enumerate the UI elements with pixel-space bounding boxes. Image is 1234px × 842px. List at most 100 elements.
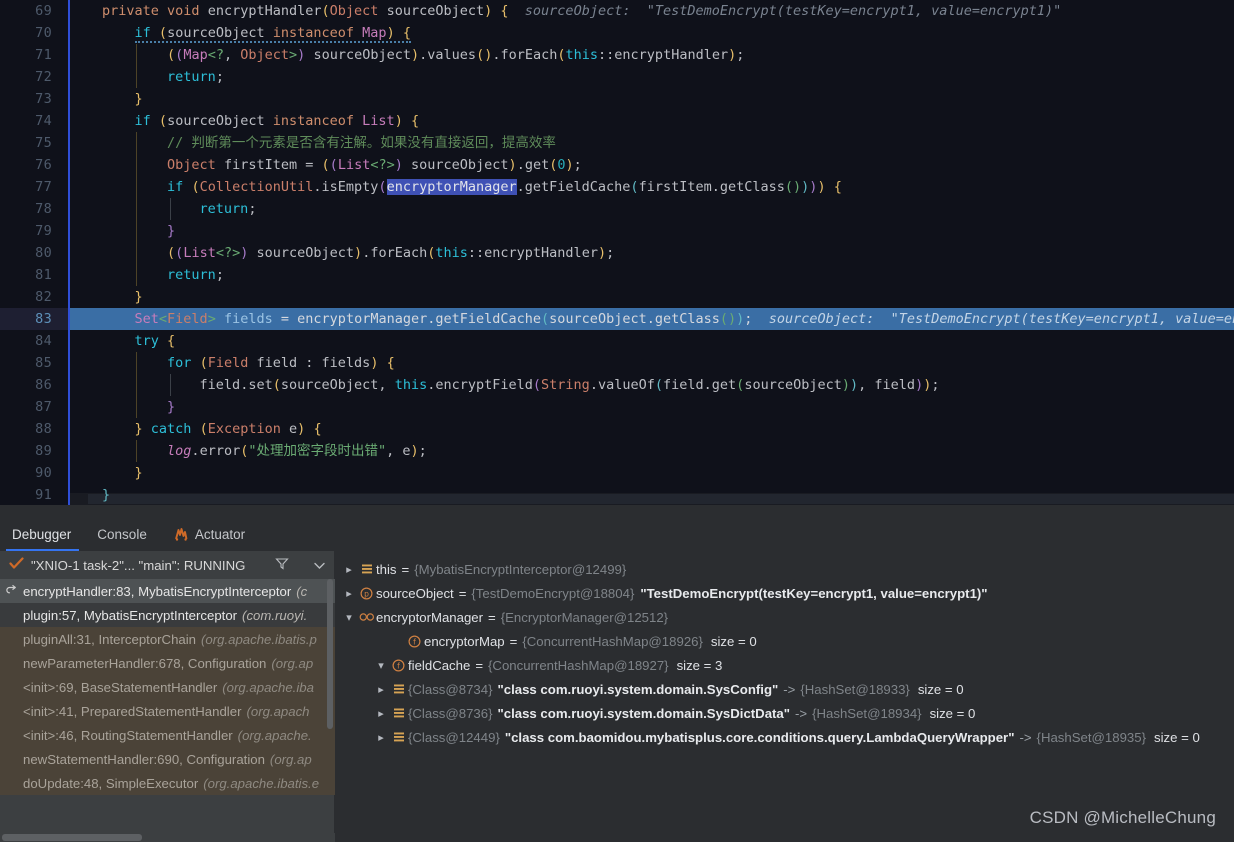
frame-list-item[interactable]: <init>:46, RoutingStatementHandler (org.… [0,723,335,747]
line-number: 71 [0,44,68,66]
frame-method: plugin:57, MybatisEncryptInterceptor [23,607,238,623]
debug-tool-window: Debugger Console Actuator "XNIO-1 task-2… [0,517,1234,842]
watermark: CSDN @MichelleChung [1029,808,1216,827]
code-lines: 69 private void encryptHandler(Object so… [0,0,1234,505]
map-key-ref: {Class@8736} [408,705,493,721]
frame-method: <init>:46, RoutingStatementHandler [23,727,233,743]
tab-debugger[interactable]: Debugger [0,517,85,551]
code-line-91[interactable]: 91 } [0,484,1234,505]
code-text: } catch (Exception e) { [134,421,322,437]
code-line-81[interactable]: 81 return; [0,264,1234,286]
variable-row[interactable]: ▾ encryptorManager = {EncryptorManager@1… [335,605,1234,629]
variable-ref: {ConcurrentHashMap@18927} [488,657,669,673]
chevron-right-icon[interactable]: ▸ [341,587,357,600]
tab-actuator[interactable]: Actuator [161,517,259,551]
variable-row[interactable]: ▸ {Class@8736} "class com.ruoyi.system.d… [335,701,1234,725]
code-line-84[interactable]: 84 try { [0,330,1234,352]
frame-list-item[interactable]: doUpdate:48, SimpleExecutor (org.apache.… [0,771,335,795]
chevron-right-icon[interactable]: ▸ [373,683,389,696]
frame-list-item[interactable]: newParameterHandler:678, Configuration (… [0,651,335,675]
frame-list-item[interactable]: pluginAll:31, InterceptorChain (org.apac… [0,627,335,651]
variable-row[interactable]: ▸ p sourceObject = {TestDemoEncrypt@1880… [335,581,1234,605]
thread-selector[interactable]: "XNIO-1 task-2"... "main": RUNNING [0,551,334,579]
execution-point-bar [68,198,70,220]
variable-row[interactable]: ▸ {Class@12449} "class com.baomidou.myba… [335,725,1234,749]
execution-point-bar [68,330,70,352]
execution-point-bar [68,22,70,44]
scrollbar-thumb[interactable] [327,579,333,729]
code-line-90[interactable]: 90 } [0,462,1234,484]
code-line-85[interactable]: 85 for (Field field : fields) { [0,352,1234,374]
chevron-down-icon[interactable] [313,558,326,573]
code-line-75[interactable]: 75 // 判断第一个元素是否含有注解。如果没有直接返回，提高效率 [0,132,1234,154]
chevron-down-icon[interactable]: ▾ [341,611,357,624]
code-line-71[interactable]: 71 ((Map<?, Object>) sourceObject).value… [0,44,1234,66]
code-editor[interactable]: 69 private void encryptHandler(Object so… [0,0,1234,505]
code-text: if (sourceObject instanceof Map) { [134,25,411,43]
code-line-73[interactable]: 73 } [0,88,1234,110]
chevron-right-icon[interactable]: ▸ [373,731,389,744]
equals-sign: = [458,585,467,601]
code-line-78[interactable]: 78 return; [0,198,1234,220]
variable-row[interactable]: ▸ {Class@8734} "class com.ruoyi.system.d… [335,677,1234,701]
code-line-69[interactable]: 69 private void encryptHandler(Object so… [0,0,1234,22]
code-text: try { [134,333,176,349]
tab-label: Actuator [194,526,246,542]
frame-list-item[interactable]: newStatementHandler:690, Configuration (… [0,747,335,771]
code-line-74[interactable]: 74 if (sourceObject instanceof List) { [0,110,1234,132]
code-text: } [134,91,143,107]
execution-point-bar [68,132,70,154]
maps-to-arrow: -> [783,681,796,697]
code-line-83-current-execution[interactable]: 83 Set<Field> fields = encryptorManager.… [0,308,1234,330]
code-line-76[interactable]: 76 Object firstItem = ((List<?>) sourceO… [0,154,1234,176]
code-line-88[interactable]: 88 } catch (Exception e) { [0,418,1234,440]
frame-list-item[interactable]: encryptHandler:83, MybatisEncryptInterce… [0,579,335,603]
execution-point-bar [68,176,70,198]
line-number: 88 [0,418,68,440]
frame-package: (org.apache.ibatis.p [201,631,317,647]
equals-sign: = [401,561,410,577]
frame-list-item[interactable]: <init>:69, BaseStatementHandler (org.apa… [0,675,335,699]
chevron-right-icon[interactable]: ▸ [341,563,357,576]
filter-icon[interactable] [275,557,289,573]
code-text: return; [167,69,224,85]
frame-list-item[interactable]: plugin:57, MybatisEncryptInterceptor (co… [0,603,335,627]
code-text: Set<Field> fields = encryptorManager.get… [68,308,1234,330]
code-line-86[interactable]: 86 field.set(sourceObject, this.encryptF… [0,374,1234,396]
variables-panel[interactable]: ▸ this = {MybatisEncryptInterceptor@1249… [335,551,1234,842]
code-line-72[interactable]: 72 return; [0,66,1234,88]
actuator-icon [173,527,189,541]
variable-row[interactable]: ▾ f fieldCache = {ConcurrentHashMap@1892… [335,653,1234,677]
panel-splitter[interactable] [0,505,1234,517]
frame-list-item[interactable]: <init>:41, PreparedStatementHandler (org… [0,699,335,723]
code-line-87[interactable]: 87 } [0,396,1234,418]
frames-panel: "XNIO-1 task-2"... "main": RUNNING encry… [0,551,335,842]
variable-row[interactable]: ▸ this = {MybatisEncryptInterceptor@1249… [335,557,1234,581]
code-line-82[interactable]: 82 } [0,286,1234,308]
chevron-right-icon[interactable]: ▸ [373,707,389,720]
code-line-70[interactable]: 70 if (sourceObject instanceof Map) { [0,22,1234,44]
scrollbar-thumb[interactable] [2,834,142,841]
execution-point-bar [68,88,70,110]
line-number: 75 [0,132,68,154]
code-text: } [134,465,143,481]
code-line-77[interactable]: 77 if (CollectionUtil.isEmpty(encryptorM… [0,176,1234,198]
frames-horizontal-scrollbar[interactable] [0,833,335,842]
code-line-80[interactable]: 80 ((List<?>) sourceObject).forEach(this… [0,242,1234,264]
frame-method: <init>:69, BaseStatementHandler [23,679,218,695]
variable-row[interactable]: ▸ f encryptorMap = {ConcurrentHashMap@18… [335,629,1234,653]
code-line-89[interactable]: 89 log.error("处理加密字段时出错", e); [0,440,1234,462]
line-number: 90 [0,462,68,484]
frame-package: (org.ap [271,655,314,671]
tab-console[interactable]: Console [85,517,161,551]
code-line-79[interactable]: 79 } [0,220,1234,242]
chevron-down-icon[interactable]: ▾ [373,659,389,672]
svg-text:p: p [364,589,369,598]
frames-list[interactable]: encryptHandler:83, MybatisEncryptInterce… [0,579,335,842]
code-text: for (Field field : fields) { [167,355,395,371]
frames-vertical-scrollbar[interactable] [326,579,334,842]
selected-token[interactable]: encryptorManager [386,179,517,195]
frame-package: (c [296,583,308,599]
code-text: ((Map<?, Object>) sourceObject).values()… [167,47,745,63]
frame-method: pluginAll:31, InterceptorChain [23,631,197,647]
